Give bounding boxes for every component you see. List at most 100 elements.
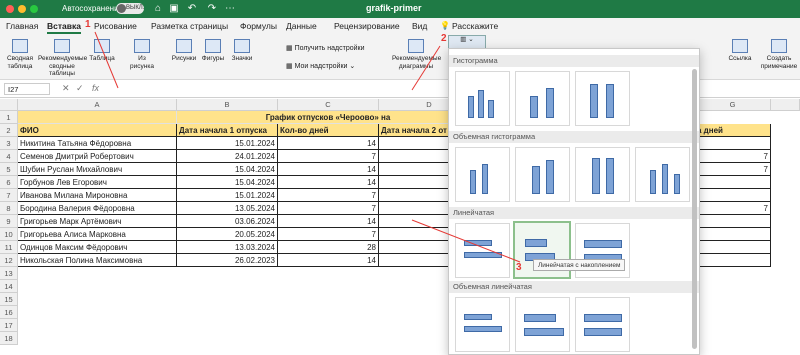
row-header[interactable]: 10	[0, 228, 18, 241]
zoom-window-button[interactable]	[30, 5, 38, 13]
3d-clustered-column-thumb[interactable]	[455, 147, 510, 202]
row-header[interactable]: 4	[0, 150, 18, 163]
picture-from-file-button[interactable]: Из рисунка	[128, 39, 156, 70]
column-header-g[interactable]: G	[695, 99, 771, 111]
table-cell[interactable]	[695, 215, 771, 228]
table-cell[interactable]: 7	[278, 189, 379, 202]
column-header-c[interactable]: C	[278, 99, 379, 111]
row-header[interactable]: 9	[0, 215, 18, 228]
table-cell[interactable]: 26.02.2023	[177, 254, 278, 267]
table-cell[interactable]: 03.06.2024	[177, 215, 278, 228]
shapes-button[interactable]: Фигуры	[199, 39, 227, 63]
table-cell[interactable]: 20.05.2024	[177, 228, 278, 241]
tab-formulas[interactable]: Формулы	[240, 21, 277, 31]
select-all-corner[interactable]	[0, 99, 18, 111]
menu-scrollbar[interactable]	[692, 69, 697, 349]
row-header[interactable]: 6	[0, 176, 18, 189]
table-cell[interactable]: Шубин Руслан Михайлович	[18, 163, 177, 176]
row-header[interactable]: 14	[0, 280, 18, 293]
tab-page-layout[interactable]: Разметка страницы	[151, 21, 228, 31]
table-cell[interactable]: 14	[278, 254, 379, 267]
save-icon[interactable]: ▣	[168, 3, 180, 15]
table-cell[interactable]: 7	[695, 202, 771, 215]
table-cell[interactable]	[695, 228, 771, 241]
pivot-table-button[interactable]: Сводная таблица	[3, 39, 37, 70]
table-cell[interactable]: 14	[278, 215, 379, 228]
row-header[interactable]: 3	[0, 137, 18, 150]
stacked-column-thumb[interactable]	[515, 71, 570, 126]
table-cell[interactable]: Горбунов Лев Егорович	[18, 176, 177, 189]
table-cell[interactable]	[695, 137, 771, 150]
recommended-charts-button[interactable]: Рекомендуемые диаграммы	[392, 39, 441, 70]
row-header[interactable]: 13	[0, 267, 18, 280]
more-icon[interactable]: ⋯	[224, 3, 236, 15]
3d-stacked-bar-thumb[interactable]	[515, 297, 570, 352]
tell-me-input[interactable]: Расскажите	[452, 21, 498, 31]
column-header-b[interactable]: B	[177, 99, 278, 111]
create-note-button[interactable]: Создать примечание	[758, 39, 800, 70]
link-button[interactable]: Ссылка	[726, 39, 754, 63]
table-cell[interactable]: Одинцов Максим Фёдорович	[18, 241, 177, 254]
table-cell[interactable]: Никольская Полина Максимовна	[18, 254, 177, 267]
row-header[interactable]: 15	[0, 293, 18, 306]
table-cell[interactable]: 14	[278, 163, 379, 176]
3d-clustered-bar-thumb[interactable]	[455, 297, 510, 352]
tab-home[interactable]: Главная	[6, 21, 38, 31]
table-cell[interactable]: 7	[695, 150, 771, 163]
row-header[interactable]: 17	[0, 319, 18, 332]
autosave-toggle[interactable]: ВЫКЛ.	[116, 3, 144, 14]
recommended-pivot-button[interactable]: Рекомендуемые сводные таблицы	[38, 39, 87, 78]
undo-icon[interactable]: ↶	[186, 3, 198, 15]
table-cell[interactable]	[695, 254, 771, 267]
table-cell[interactable]: 7	[278, 202, 379, 215]
redo-icon[interactable]: ↷	[206, 3, 218, 15]
table-cell[interactable]	[695, 241, 771, 254]
table-cell[interactable]: 24.01.2024	[177, 150, 278, 163]
row-header[interactable]: 16	[0, 306, 18, 319]
row-header[interactable]: 1	[0, 111, 18, 124]
table-cell[interactable]: 15.01.2024	[177, 137, 278, 150]
icons-button[interactable]: Значки	[228, 39, 256, 63]
column-header-h[interactable]	[771, 99, 800, 111]
percent-column-thumb[interactable]	[575, 71, 630, 126]
table-cell[interactable]: Никитина Татьяна Фёдоровна	[18, 137, 177, 150]
home-icon[interactable]: ⌂	[152, 3, 164, 15]
tab-review[interactable]: Рецензирование	[334, 21, 400, 31]
table-cell[interactable]: Григорьев Марк Артёмович	[18, 215, 177, 228]
table-cell[interactable]: 7	[278, 228, 379, 241]
table-cell[interactable]	[695, 176, 771, 189]
table-cell[interactable]: Григорьева Алиса Марковна	[18, 228, 177, 241]
row-header[interactable]: 7	[0, 189, 18, 202]
get-addins-button[interactable]: ▦ Получить надстройки	[286, 44, 365, 52]
clustered-column-thumb[interactable]	[455, 71, 510, 126]
table-cell[interactable]: 7	[695, 163, 771, 176]
row-header[interactable]: 2	[0, 124, 18, 137]
table-cell[interactable]: Иванова Милана Мироновна	[18, 189, 177, 202]
name-box[interactable]: I27	[4, 83, 50, 95]
table-cell[interactable]: Бородина Валерия Фёдоровна	[18, 202, 177, 215]
3d-percent-column-thumb[interactable]	[575, 147, 630, 202]
column-title-cell[interactable]: ФИО	[18, 124, 177, 137]
table-cell[interactable]: 15.04.2024	[177, 163, 278, 176]
column-header-a[interactable]: A	[18, 99, 177, 111]
minimize-window-button[interactable]	[18, 5, 26, 13]
row-header[interactable]: 8	[0, 202, 18, 215]
table-cell[interactable]	[695, 189, 771, 202]
table-title[interactable]: График отпусков «Чероово» на	[177, 111, 480, 124]
row-header[interactable]: 18	[0, 332, 18, 345]
tab-data[interactable]: Данные	[286, 21, 317, 31]
table-button[interactable]: Таблица	[88, 39, 116, 63]
row-header[interactable]: 11	[0, 241, 18, 254]
table-cell[interactable]: 7	[278, 150, 379, 163]
tab-view[interactable]: Вид	[412, 21, 427, 31]
table-cell[interactable]: 15.01.2024	[177, 189, 278, 202]
3d-column-thumb[interactable]	[635, 147, 690, 202]
table-cell[interactable]: 14	[278, 176, 379, 189]
fx-label[interactable]: fx	[92, 83, 99, 93]
lightbulb-icon[interactable]: 💡	[440, 21, 450, 30]
table-cell[interactable]: 15.04.2024	[177, 176, 278, 189]
bar-chart-dropdown-button[interactable]: ▥ ⌄	[448, 35, 486, 49]
table-cell[interactable]	[18, 111, 177, 124]
3d-percent-bar-thumb[interactable]	[575, 297, 630, 352]
pictures-button[interactable]: Рисунки	[170, 39, 198, 63]
